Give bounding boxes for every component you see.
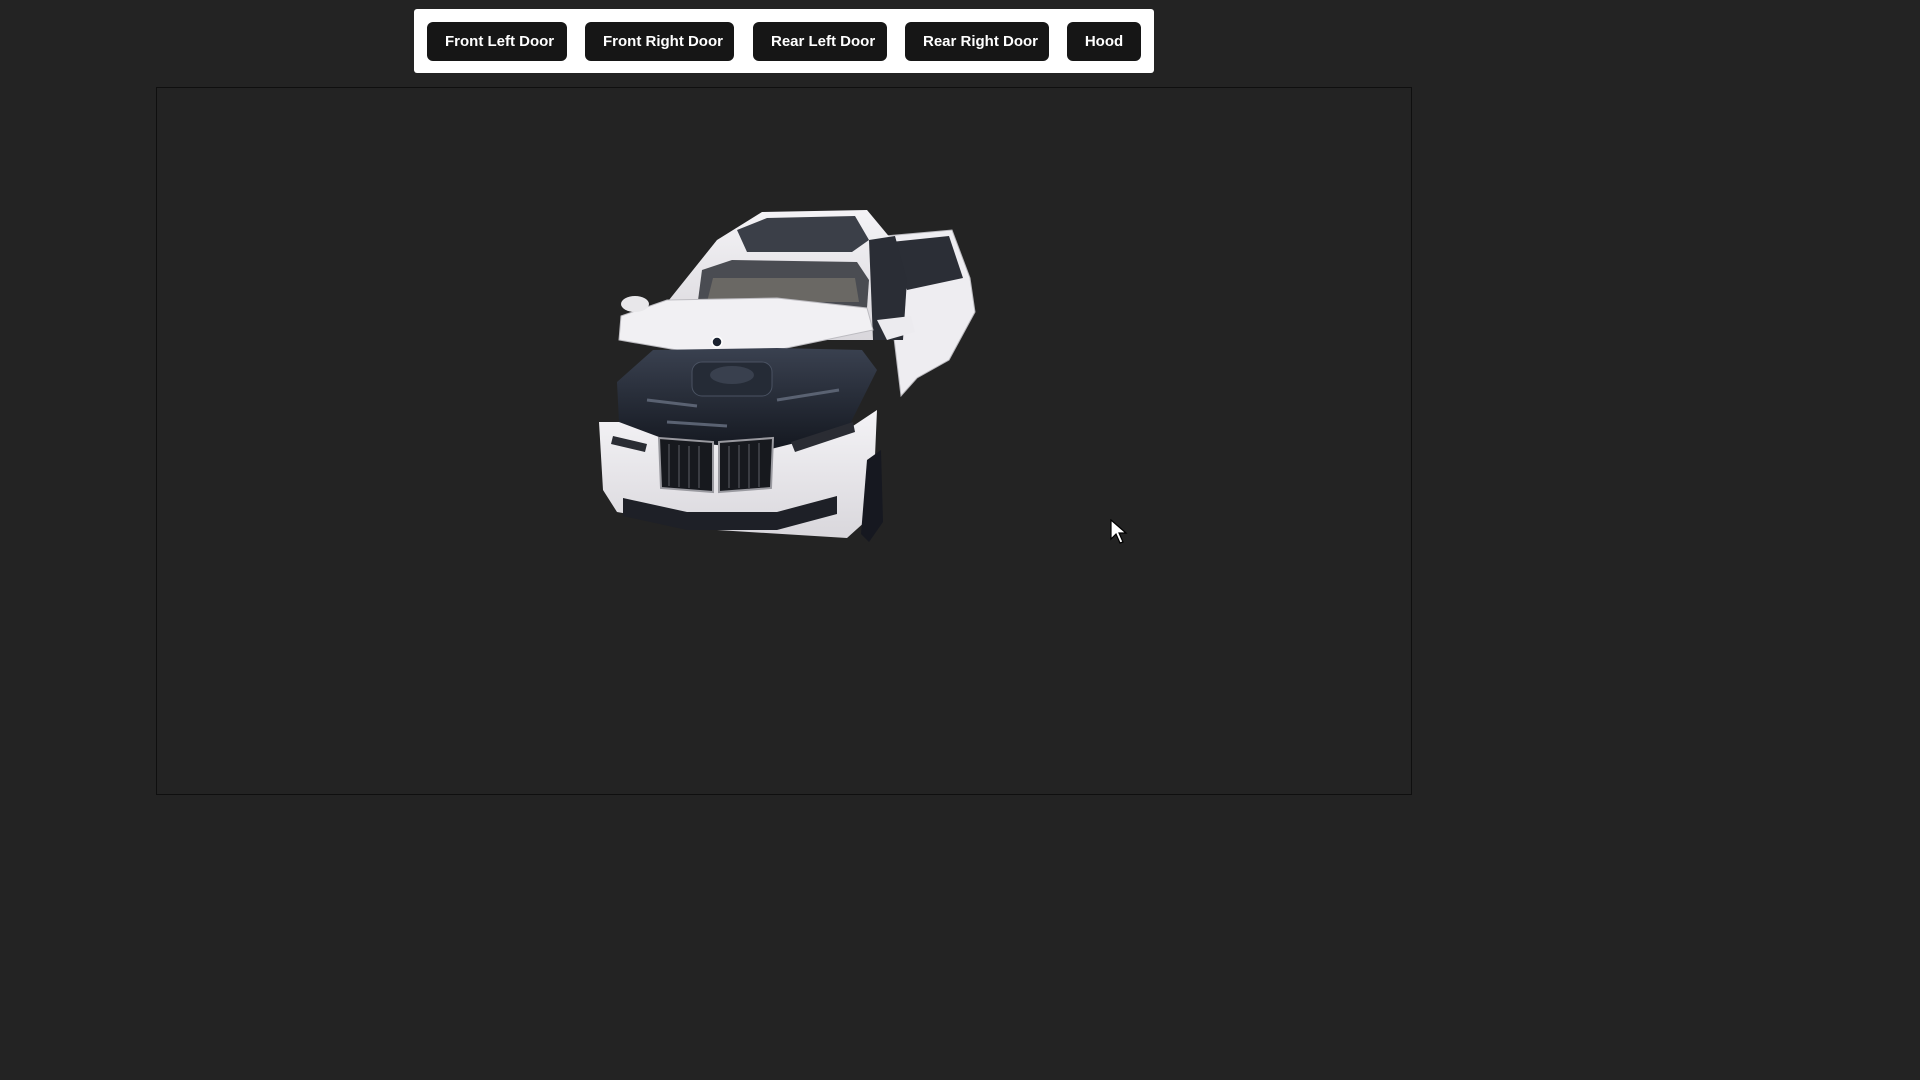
- car-3d-model-icon[interactable]: [577, 200, 987, 550]
- mouse-cursor-icon: [1110, 519, 1128, 544]
- 3d-viewer-canvas[interactable]: [156, 87, 1412, 795]
- front-left-door-button[interactable]: Front Left Door: [427, 21, 567, 61]
- rear-left-door-button[interactable]: Rear Left Door: [753, 21, 887, 61]
- door-control-toolbar: Front Left Door Front Right Door Rear Le…: [414, 9, 1154, 73]
- rear-right-door-button[interactable]: Rear Right Door: [905, 21, 1049, 61]
- hood-button[interactable]: Hood: [1067, 21, 1141, 61]
- front-right-door-button[interactable]: Front Right Door: [585, 21, 734, 61]
